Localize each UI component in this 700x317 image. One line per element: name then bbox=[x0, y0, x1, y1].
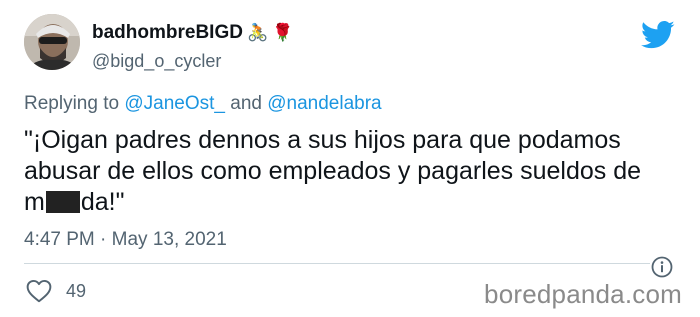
info-icon[interactable] bbox=[651, 256, 673, 278]
tweet-text-line: m da!" bbox=[24, 187, 674, 218]
twitter-bird-icon[interactable] bbox=[641, 20, 675, 50]
mention-link[interactable]: @JaneOst_ bbox=[124, 93, 225, 114]
tweet-text-fragment: da!" bbox=[80, 188, 125, 216]
watermark: boredpanda.com bbox=[484, 279, 682, 309]
timestamp[interactable]: 4:47 PM · May 13, 2021 bbox=[24, 228, 227, 252]
like-action[interactable]: 49 bbox=[26, 279, 86, 303]
replying-to-joiner: and bbox=[230, 93, 262, 114]
tweet-text: "¡Oigan padres dennos a sus hijos para q… bbox=[24, 125, 674, 218]
avatar-photo-icon bbox=[24, 14, 80, 70]
display-name-text: badhombreBIGD bbox=[92, 22, 243, 43]
tweet-text-line: abusar de ellos como empleados y pagarle… bbox=[24, 157, 642, 185]
redaction-block bbox=[45, 191, 80, 213]
replying-to-line: Replying to @JaneOst_ and @nandelabra bbox=[24, 92, 382, 116]
user-handle[interactable]: @bigd_o_cycler bbox=[92, 50, 293, 72]
mention-link[interactable]: @nandelabra bbox=[267, 93, 381, 114]
display-name[interactable]: badhombreBIGD 🚴 🌹 bbox=[92, 22, 293, 44]
replying-to-label: Replying to bbox=[24, 93, 120, 114]
like-count: 49 bbox=[66, 281, 87, 301]
avatar[interactable] bbox=[24, 14, 80, 70]
tweet-header: badhombreBIGD 🚴 🌹 @bigd_o_cycler bbox=[92, 22, 293, 72]
divider bbox=[24, 263, 650, 264]
timestamp-separator: · bbox=[100, 229, 107, 250]
tweet-date: May 13, 2021 bbox=[111, 229, 227, 250]
bicyclist-emoji: 🚴 bbox=[246, 23, 269, 42]
tweet-text-line: "¡Oigan padres dennos a sus hijos para q… bbox=[24, 126, 621, 154]
tweet-time: 4:47 PM bbox=[24, 229, 95, 250]
heart-outline-icon[interactable] bbox=[26, 279, 52, 303]
tweet-card: badhombreBIGD 🚴 🌹 @bigd_o_cycler Replyin… bbox=[0, 0, 700, 317]
tweet-text-fragment: m bbox=[24, 188, 45, 216]
rose-emoji: 🌹 bbox=[272, 23, 294, 42]
